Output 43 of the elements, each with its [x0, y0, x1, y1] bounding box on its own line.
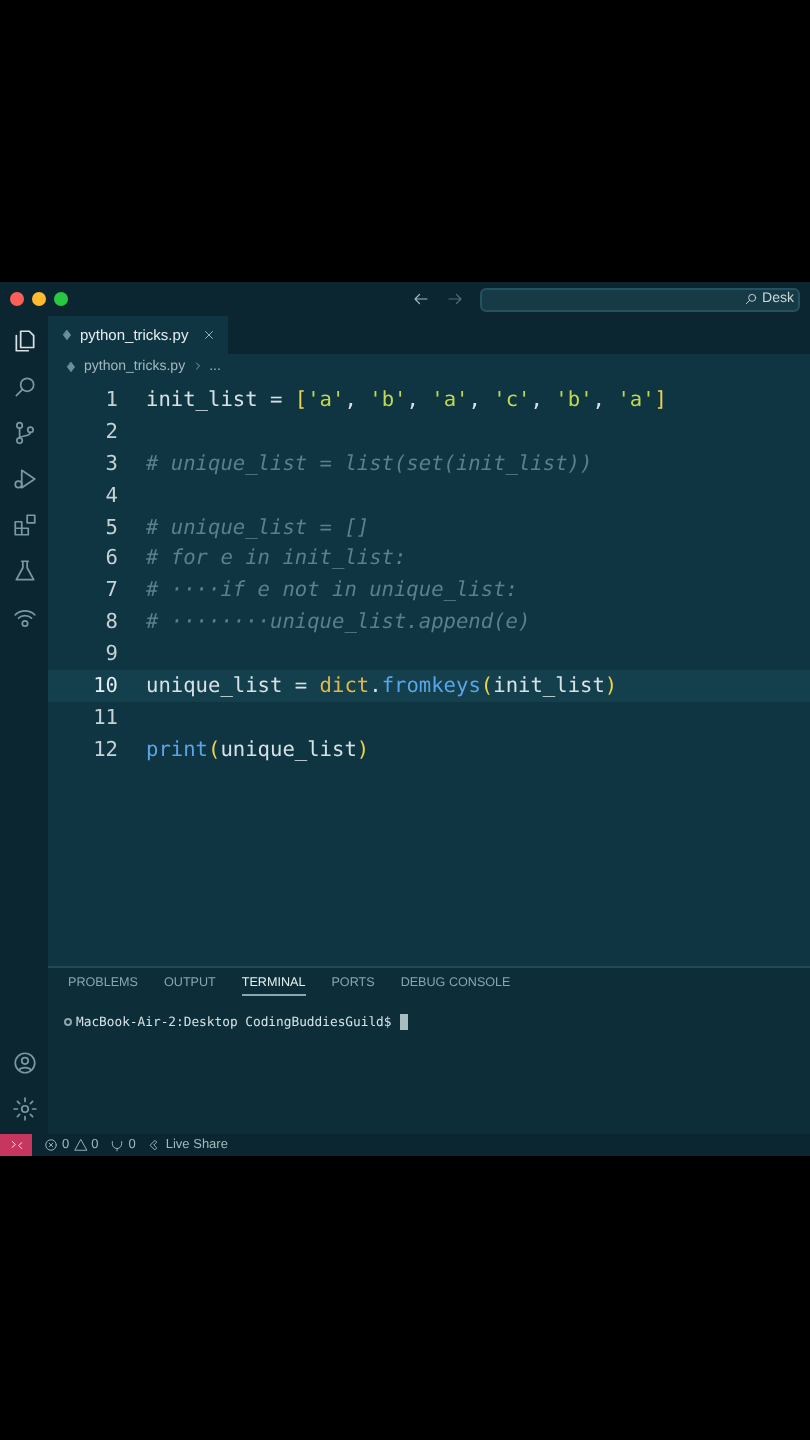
line-number: 5: [103, 515, 120, 539]
error-icon: [44, 1138, 58, 1152]
maximize-button[interactable]: [54, 292, 68, 306]
line-number: 3: [103, 451, 120, 476]
line-number: 6: [103, 546, 120, 571]
code-line: init_list = ['a', 'b', 'a', 'c', 'b', 'a']: [146, 387, 667, 412]
close-button[interactable]: [10, 292, 24, 306]
line-number: 1: [103, 387, 120, 412]
code-line: # unique_list = []: [146, 515, 370, 539]
close-icon: [202, 328, 217, 342]
minimize-button[interactable]: [32, 292, 46, 306]
line-number: 11: [91, 705, 120, 730]
line-number: 9: [103, 642, 120, 667]
python-file-icon: [60, 328, 74, 342]
account-icon: [11, 1050, 37, 1076]
line-number: 12: [91, 737, 120, 762]
forward-arrow-icon: [446, 290, 464, 308]
back-arrow-icon: [412, 290, 430, 308]
line-number: 8: [103, 610, 120, 635]
source-control-icon: [11, 420, 37, 446]
warning-icon: [73, 1138, 88, 1152]
code-line: print(unique_list): [146, 737, 370, 762]
files-icon: [11, 328, 37, 354]
line-number: 2: [103, 419, 120, 444]
extensions-icon: [11, 512, 37, 538]
code-line: unique_list = dict.fromkeys(init_list): [146, 673, 618, 698]
prompt-dot-icon: [64, 1018, 72, 1026]
code-line: # for e in init_list:: [146, 546, 407, 571]
remote-arrows-icon: [9, 1138, 23, 1152]
chevron-right-icon: [191, 360, 204, 372]
code-line: # ········unique_list.append(e): [146, 610, 531, 635]
terminal-cursor: [399, 1014, 408, 1030]
flask-icon: [11, 558, 37, 584]
python-file-icon: [64, 359, 78, 373]
settings-icon: [11, 1096, 37, 1122]
code-line: # unique_list = list(set(init_list)): [146, 451, 593, 476]
line-number: 4: [103, 483, 120, 508]
code-line: # ····if e not in unique_list:: [146, 578, 518, 603]
line-number: 10: [91, 673, 120, 698]
search-icon: [11, 374, 37, 400]
run-debug-icon: [11, 466, 37, 492]
line-number: 7: [103, 578, 120, 603]
search-icon: [744, 292, 759, 306]
